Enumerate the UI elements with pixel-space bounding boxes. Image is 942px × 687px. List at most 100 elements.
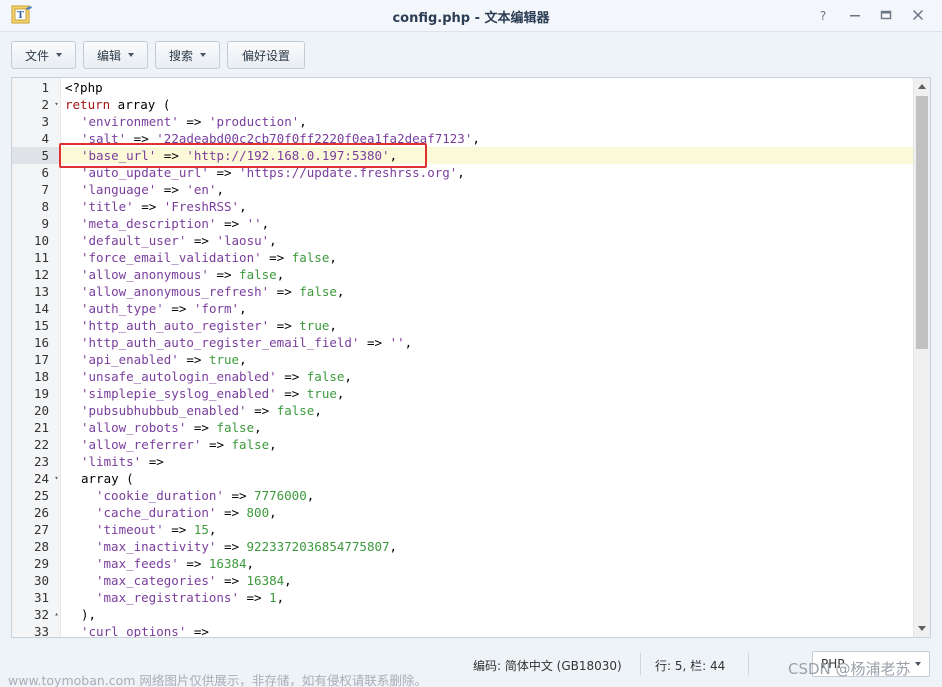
code-line[interactable]: 16 'http_auth_auto_register_email_field' … bbox=[12, 334, 914, 351]
edit-menu-label: 编辑 bbox=[96, 48, 121, 63]
code-line[interactable]: 7 'language' => 'en', bbox=[12, 181, 914, 198]
code-editor[interactable]: 1 <?php 2 ▾ return array (3'environment' => … bbox=[11, 77, 931, 638]
status-divider bbox=[640, 653, 641, 675]
code-token: 'auth_type' bbox=[81, 301, 164, 316]
code-token: , bbox=[254, 420, 262, 435]
code-token: , bbox=[246, 556, 255, 571]
code-token: true bbox=[306, 386, 337, 401]
code-text: return array ( bbox=[65, 96, 170, 113]
code-line[interactable]: 32 ▴), bbox=[12, 606, 914, 623]
code-token: 'base_url' bbox=[81, 148, 157, 163]
line-number: 20 bbox=[33, 403, 49, 418]
code-line[interactable]: 29 'max_feeds' => 16384, bbox=[12, 555, 914, 572]
code-line[interactable]: 27 'timeout' => 15, bbox=[12, 521, 914, 538]
code-line[interactable]: 8 'title' => 'FreshRSS', bbox=[12, 198, 914, 215]
close-icon[interactable] bbox=[909, 6, 927, 24]
code-token: => bbox=[208, 165, 240, 180]
preferences-button[interactable]: 偏好设置 bbox=[227, 41, 305, 69]
code-token: true bbox=[299, 318, 330, 333]
code-line[interactable]: 2 ▾ return array ( bbox=[12, 96, 914, 113]
code-token: 'curl_options' bbox=[81, 624, 187, 638]
code-line[interactable]: 31 'max_registrations' => 1, bbox=[12, 589, 914, 606]
code-line[interactable]: 6 'auto_update_url' => 'https://update.fr… bbox=[12, 164, 914, 181]
code-token: 'form' bbox=[193, 301, 240, 316]
code-line[interactable]: 9 'meta_description' => '', bbox=[12, 215, 914, 232]
maximize-icon[interactable] bbox=[877, 6, 895, 24]
code-text: 'cookie_duration' => 7776000, bbox=[96, 487, 314, 504]
code-token: 'allow_referrer' bbox=[81, 437, 202, 452]
code-line[interactable]: 24 ▾ array ( bbox=[12, 470, 914, 487]
scroll-up-icon[interactable] bbox=[918, 84, 926, 89]
line-number: 10 bbox=[33, 233, 49, 248]
code-line[interactable]: 33 'curl_options' => bbox=[12, 623, 914, 638]
code-token: 'cache_duration' bbox=[96, 505, 217, 520]
code-line[interactable]: 17 'api_enabled' => true, bbox=[12, 351, 914, 368]
code-token: 'FreshRSS' bbox=[163, 199, 240, 214]
help-icon[interactable]: ? bbox=[814, 6, 832, 24]
code-line[interactable]: 22 'allow_referrer' => false, bbox=[12, 436, 914, 453]
code-line[interactable]: 10 'default_user' => 'laosu', bbox=[12, 232, 914, 249]
minimize-icon[interactable] bbox=[846, 6, 864, 24]
code-line[interactable]: 28 'max_inactivity' => 922337203685477580… bbox=[12, 538, 914, 555]
code-token: , bbox=[389, 148, 398, 163]
code-token: , bbox=[336, 284, 345, 299]
code-token: , bbox=[299, 114, 307, 129]
code-token: false bbox=[231, 437, 270, 452]
code-text: 'api_enabled' => true, bbox=[81, 351, 247, 368]
line-number: 9 bbox=[41, 216, 49, 231]
vertical-scrollbar[interactable] bbox=[913, 78, 930, 637]
code-token: 'auto_update_url' bbox=[81, 165, 209, 180]
scroll-down-icon[interactable] bbox=[918, 626, 926, 631]
code-line[interactable]: 4 'salt' => '22adeabd00c2cb70f0ff2220f0ea… bbox=[12, 130, 914, 147]
code-line[interactable]: 1 <?php bbox=[12, 79, 914, 96]
code-token: 'simplepie_syslog_enabled' bbox=[81, 386, 277, 401]
code-token: , bbox=[216, 182, 225, 197]
code-line[interactable]: 23 'limits' => bbox=[12, 453, 914, 470]
code-text: 'pubsubhubbub_enabled' => false, bbox=[81, 402, 322, 419]
edit-menu-button[interactable]: 编辑 bbox=[83, 41, 148, 69]
code-token: , bbox=[284, 573, 292, 588]
code-token: => bbox=[156, 182, 187, 197]
line-number: 21 bbox=[33, 420, 49, 435]
code-line[interactable]: 13 'allow_anonymous_refresh' => false, bbox=[12, 283, 914, 300]
fold-toggle-icon[interactable]: ▾ bbox=[52, 470, 61, 487]
code-line[interactable]: 25 'cookie_duration' => 7776000, bbox=[12, 487, 914, 504]
code-line[interactable]: 19 'simplepie_syslog_enabled' => true, bbox=[12, 385, 914, 402]
line-number: 25 bbox=[33, 488, 49, 503]
code-token: , bbox=[344, 369, 352, 384]
file-menu-button[interactable]: 文件 bbox=[11, 41, 76, 69]
code-token: 'title' bbox=[81, 199, 134, 214]
code-token: 'timeout' bbox=[96, 522, 164, 537]
line-number: 17 bbox=[33, 352, 49, 367]
code-text: 'cache_duration' => 800, bbox=[96, 504, 277, 521]
code-token: => bbox=[276, 386, 307, 401]
code-token: false bbox=[276, 403, 315, 418]
code-token: => bbox=[186, 233, 217, 248]
code-area[interactable]: 1 <?php 2 ▾ return array (3'environment' => … bbox=[12, 78, 914, 637]
code-line[interactable]: 30 'max_categories' => 16384, bbox=[12, 572, 914, 589]
code-line[interactable]: 3 'environment' => 'production', bbox=[12, 113, 914, 130]
code-token: 'https://update.freshrss.org' bbox=[239, 165, 458, 180]
code-token: => bbox=[126, 131, 157, 146]
fold-collapse-icon[interactable]: ▴ bbox=[52, 606, 61, 623]
code-token: => bbox=[246, 403, 277, 418]
encoding-status[interactable]: 编码: 简体中文 (GB18030) bbox=[473, 657, 622, 674]
code-token: => bbox=[178, 114, 209, 129]
fold-toggle-icon[interactable]: ▾ bbox=[52, 96, 61, 113]
code-line[interactable]: 5 'base_url' => 'http://192.168.0.197:538… bbox=[12, 147, 914, 164]
code-line[interactable]: 14 'auth_type' => 'form', bbox=[12, 300, 914, 317]
code-line[interactable]: 11 'force_email_validation' => false, bbox=[12, 249, 914, 266]
scrollbar-thumb[interactable] bbox=[916, 96, 928, 349]
code-text: 'meta_description' => '', bbox=[81, 215, 269, 232]
code-token: , bbox=[239, 199, 247, 214]
code-line[interactable]: 18 'unsafe_autologin_enabled' => false, bbox=[12, 368, 914, 385]
search-menu-button[interactable]: 搜索 bbox=[155, 41, 220, 69]
code-text: 'timeout' => 15, bbox=[96, 521, 216, 538]
code-line[interactable]: 12 'allow_anonymous' => false, bbox=[12, 266, 914, 283]
code-line[interactable]: 21 'allow_robots' => false, bbox=[12, 419, 914, 436]
code-line[interactable]: 15 'http_auth_auto_register' => true, bbox=[12, 317, 914, 334]
code-line[interactable]: 20 'pubsubhubbub_enabled' => false, bbox=[12, 402, 914, 419]
code-line[interactable]: 26 'cache_duration' => 800, bbox=[12, 504, 914, 521]
search-menu-label: 搜索 bbox=[168, 48, 193, 63]
code-token: 16384 bbox=[246, 573, 285, 588]
